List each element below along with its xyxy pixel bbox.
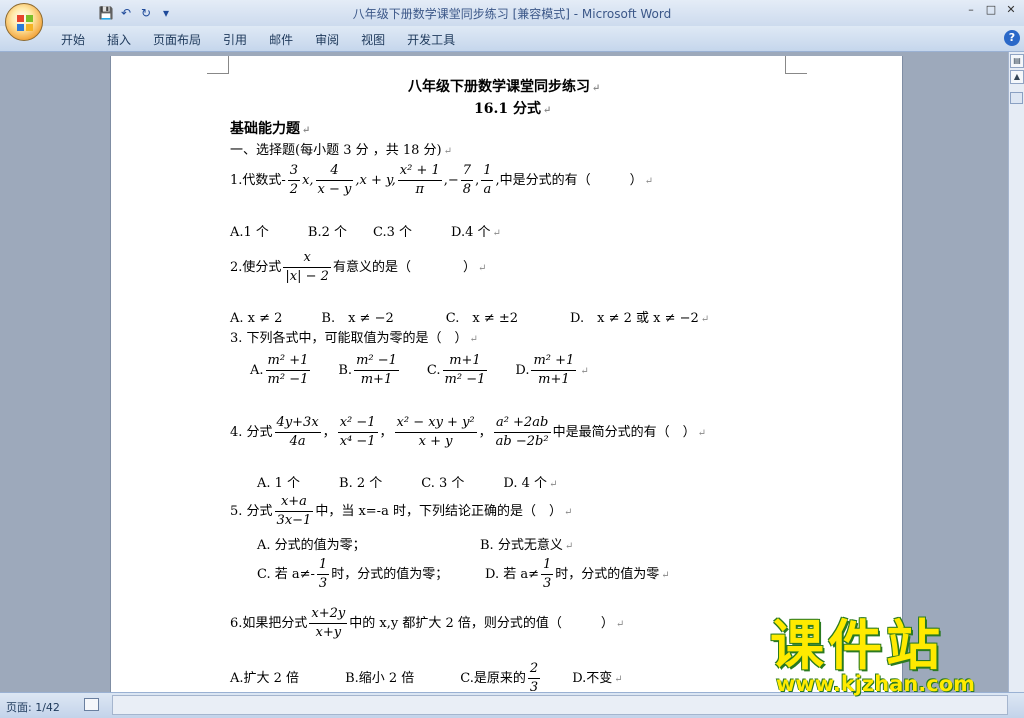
tab-developer[interactable]: 开发工具: [396, 31, 466, 49]
watermark-url: www.kjzhan.com: [776, 672, 976, 696]
minimize-button[interactable]: –: [964, 3, 978, 16]
scroll-up-icon[interactable]: ▲: [1010, 70, 1024, 84]
question-5-option-a: A. 分式的值为零；: [257, 538, 366, 553]
ribbon-tabs: 开始 插入 页面布局 引用 邮件 审阅 视图 开发工具: [50, 31, 466, 49]
window-title: 八年级下册数学课堂同步练习 [兼容模式] - Microsoft Word: [352, 7, 672, 21]
office-logo-icon: [17, 15, 33, 31]
crop-mark: [785, 56, 807, 74]
question-6-options: A.扩大 2 倍 B.缩小 2 倍 C.是原来的 2 3 D.不变 ↵: [230, 661, 623, 692]
question-1-options: A.1 个 B.2 个 C.3 个 D.4 个 ↵: [230, 225, 501, 240]
help-icon[interactable]: ?: [1004, 30, 1020, 46]
proofing-icon[interactable]: [84, 698, 99, 711]
vertical-scrollbar[interactable]: ▤ ▲: [1008, 52, 1024, 692]
horizontal-scrollbar[interactable]: [112, 695, 1008, 715]
ruler-toggle-icon[interactable]: ▤: [1010, 54, 1024, 68]
question-3-options: A. m² +1 m² −1 B. m² −1 m+1 C. m+1 m² −1 D. m² +1 m…: [250, 353, 589, 387]
question-2: 2.使分式 x |x| − 2 有意义的是（ ） ↵: [230, 250, 487, 284]
question-1: 1.代数式- 3 2 x, 4 x − y ,x + y, x² + 1 π ,− 7 8, 1 a ,中是…: [230, 163, 654, 197]
question-3: 3. 下列各式中，可能取值为零的是（ ） ↵: [230, 331, 478, 346]
tab-review[interactable]: 审阅: [304, 31, 350, 49]
question-4: 4. 分式 4y+3x 4a， x² −1 x⁴ −1， x² − xy + y² x + …: [230, 415, 706, 449]
page-counter[interactable]: 页面: 1/42: [6, 699, 60, 715]
section-heading: 基础能力题 ↵: [230, 121, 311, 137]
question-5-option-b: B. 分式无意义 ↵: [480, 538, 574, 553]
question-4-options: A. 1 个 B. 2 个 C. 3 个 D. 4 个 ↵: [257, 476, 558, 491]
question-2-options: A. x ≠ 2 B. x ≠ −2 C. x ≠ ±2 D. x ≠ 2 或 …: [230, 311, 710, 326]
document-area[interactable]: 八年级下册数学课堂同步练习 ↵ 16.1 分式 ↵ 基础能力题 ↵ 一、选择题(每小题…: [0, 52, 1008, 692]
watermark-logo: 课件站 www.kjzhan.com: [770, 614, 976, 696]
question-6: 6.如果把分式 x+2y x+y 中的 x,y 都扩大 2 倍，则分式的值（ ） ↵: [230, 606, 625, 640]
title-bar: 💾 ↶ ↻ ▾ 八年级下册数学课堂同步练习 [兼容模式] - Microsoft…: [0, 0, 1024, 26]
question-5: 5. 分式 x+a 3x−1 中，当 x=-a 时，下列结论正确的是（ ） ↵: [230, 494, 573, 528]
question-5-option-c: C. 若 a≠- 1 3 时，分式的值为零；: [257, 557, 449, 591]
part-heading: 一、选择题(每小题 3 分 ，共 18 分) ↵: [230, 143, 453, 158]
maximize-button[interactable]: □: [984, 3, 998, 16]
doc-subtitle: 16.1 分式 ↵: [474, 101, 552, 117]
document-page[interactable]: 八年级下册数学课堂同步练习 ↵ 16.1 分式 ↵ 基础能力题 ↵ 一、选择题(每小题…: [110, 56, 903, 692]
tab-page-layout[interactable]: 页面布局: [142, 31, 212, 49]
tab-home[interactable]: 开始: [50, 31, 96, 49]
tab-view[interactable]: 视图: [350, 31, 396, 49]
tab-mailings[interactable]: 邮件: [258, 31, 304, 49]
ribbon: 开始 插入 页面布局 引用 邮件 审阅 视图 开发工具 ?: [0, 26, 1024, 52]
tab-references[interactable]: 引用: [212, 31, 258, 49]
crop-mark: [207, 56, 229, 74]
question-5-option-d: D. 若 a≠ 1 3 时，分式的值为零 ↵: [485, 557, 670, 591]
tab-insert[interactable]: 插入: [96, 31, 142, 49]
office-button[interactable]: [5, 3, 43, 41]
scroll-thumb[interactable]: [1010, 92, 1023, 104]
window-controls: – □ ✕: [964, 3, 1018, 16]
close-button[interactable]: ✕: [1004, 3, 1018, 16]
doc-title: 八年级下册数学课堂同步练习 ↵: [408, 79, 601, 95]
watermark-text: 课件站: [770, 614, 944, 677]
